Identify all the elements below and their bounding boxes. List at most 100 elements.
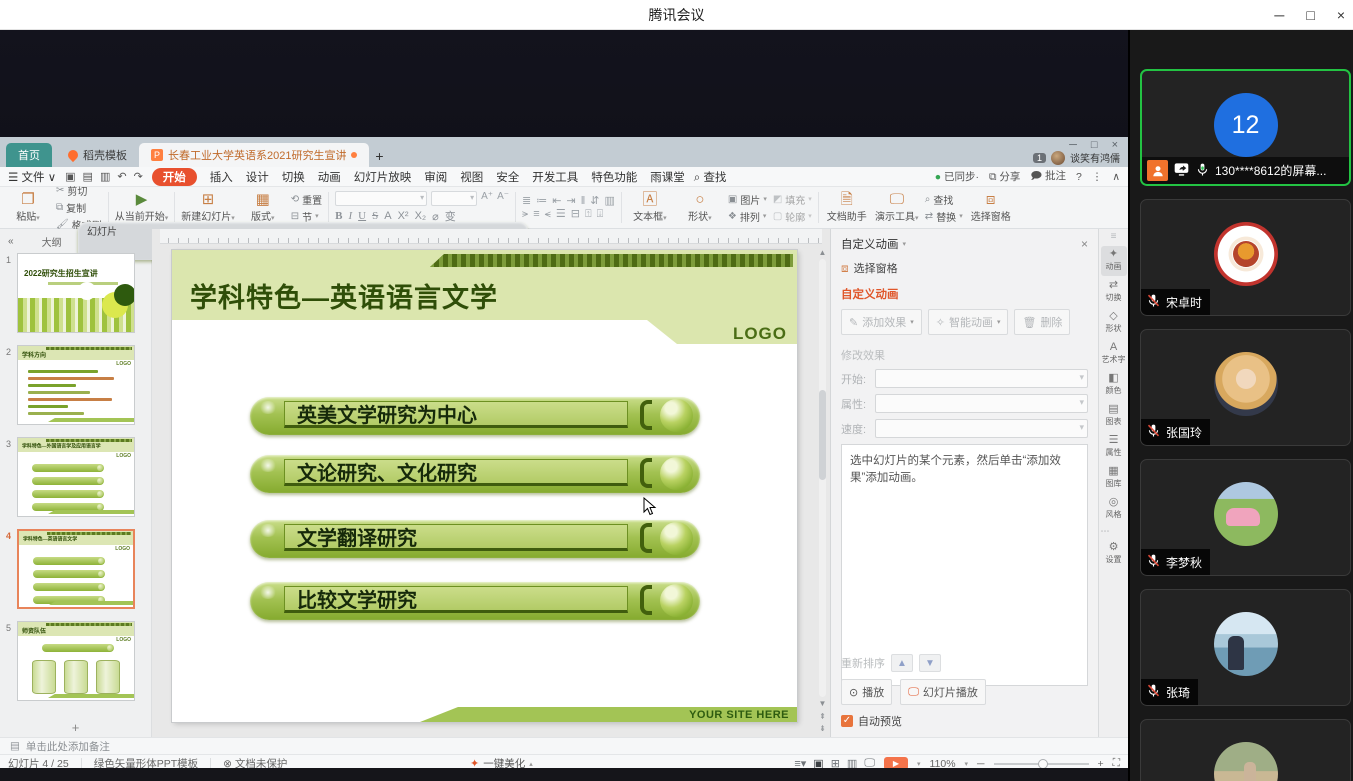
numbering-icon[interactable]: ≔ [536,196,547,207]
close-icon[interactable]: × [1337,8,1345,22]
font-control-0[interactable]: B [335,210,342,222]
add-slide-button[interactable]: + [0,720,151,735]
font-control-2[interactable]: U [358,210,366,222]
font-control-7[interactable]: ⌀ [432,210,439,223]
distribute-icon[interactable]: ⊟ [571,209,580,220]
font-control-5[interactable]: X² [398,210,409,222]
redo-icon[interactable]: ↷ [134,170,143,183]
collapse-panel-icon[interactable]: « [8,236,14,247]
menu-item-特色功能[interactable]: 特色功能 [591,169,637,185]
bullets-icon[interactable]: ≣ [522,196,531,207]
line-spacing-icon[interactable]: ‖ [581,196,586,207]
play-from-current-button[interactable]: ▶ 从当前开始▾ [115,192,169,223]
grow-font-icon[interactable]: A⁺ [481,191,493,206]
canvas-scrollbar[interactable]: ▲ ▼ ⇞ ⇟ [817,248,828,733]
strip-animation[interactable]: ✦动画 [1101,246,1127,276]
menu-file[interactable]: ☰ 文件 ∨ [8,169,56,185]
delete-effect-button[interactable]: 🗑删除 [1014,309,1070,335]
menu-item-插入[interactable]: 插入 [210,169,233,185]
thumbnail-slide-3[interactable]: 3学科特色—外国语言学及应用语言学LOGO [0,437,151,517]
menu-item-视图[interactable]: 视图 [460,169,483,185]
thumbnail-preview[interactable]: 师资队伍LOGO [17,621,135,701]
font-control-3[interactable]: S [372,210,378,222]
font-control-4[interactable]: A [384,210,391,222]
justify-icon[interactable]: ☰ [556,209,566,220]
participant-tile-4[interactable]: 张琦 [1140,589,1351,706]
notes-bar[interactable]: ▤ 单击此处添加备注 [0,737,1128,754]
notification-badge[interactable]: 1 [1033,153,1046,163]
thumbnail-slide-1[interactable]: 12022研究生招生宣讲 [0,253,151,333]
thumbnail-preview[interactable]: 学科方向LOGO [17,345,135,425]
play-button[interactable]: ⊙播放 [841,679,892,705]
thumbnail-preview[interactable]: 学科特色—英语语言文学LOGO [17,529,135,609]
shapes-button[interactable]: ○ 形状▾ [678,192,722,223]
new-slide-button[interactable]: ⊞ 新建幻灯片▾ [181,192,235,223]
menu-item-设计[interactable]: 设计 [246,169,269,185]
selection-pane-button[interactable]: ⧈ 选择窗格 [969,192,1013,223]
text-direction-icon[interactable]: ⇵ [590,196,599,207]
strip-style[interactable]: ◎风格 [1101,494,1127,524]
add-effect-button[interactable]: ✎添加效果▾ [841,309,922,335]
layout-button[interactable]: ▦ 版式▾ [241,192,285,223]
slide-pill-2[interactable]: 文学翻译研究 [250,520,700,558]
paste-button[interactable]: ❐ 粘贴▾ [6,192,50,223]
columns-icon[interactable]: ▥ [604,196,614,207]
prev-slide-icon[interactable]: ⇞ [819,712,826,721]
strip-properties[interactable]: ☰属性 [1101,432,1127,462]
align-right-icon[interactable]: ⪪ [545,209,551,220]
slide-canvas[interactable]: 学科特色—英语语言文学 LOGO 英美文学研究为中心文论研究、文化研究文学翻译研… [152,244,830,737]
menu-item-安全[interactable]: 安全 [496,169,519,185]
slideshow-play-button[interactable]: 🖵幻灯片播放 [900,679,986,705]
move-down-button[interactable]: ▼ [919,654,941,672]
thumbnail-preview[interactable]: 学科特色—外国语言学及应用语言学LOGO [17,437,135,517]
tab-home[interactable]: 首页 [6,143,52,167]
picture-button[interactable]: ▣图片▾ [728,192,767,207]
next-slide-icon[interactable]: ⇟ [819,724,826,733]
comment-button[interactable]: 🗩 批注 [1030,168,1066,186]
align-bottom-icon[interactable]: ⍗ [597,209,604,220]
tab-outline[interactable]: 大纲 [42,234,62,249]
account-name[interactable]: 谈笑有鸿儒 [1070,150,1120,165]
scroll-up-icon[interactable]: ▲ [819,248,827,257]
slide-editor[interactable]: 学科特色—英语语言文学 LOGO 英美文学研究为中心文论研究、文化研究文学翻译研… [172,250,797,722]
align-center-icon[interactable]: ≡ [533,209,539,220]
auto-preview-toggle[interactable]: ✓ 自动预览 [841,713,1088,729]
menu-item-动画[interactable]: 动画 [318,169,341,185]
font-family-combo[interactable] [335,191,427,206]
more-dots-icon[interactable]: ⋯ [1101,526,1127,537]
scroll-down-icon[interactable]: ▼ [819,699,827,708]
participant-tile-2[interactable]: 张国玲 [1140,329,1351,446]
share-button[interactable]: ⧉ 分享 [989,169,1020,184]
slide-pill-1[interactable]: 文论研究、文化研究 [250,455,700,493]
strip-transition[interactable]: ⇄切换 [1101,277,1127,307]
notes-placeholder[interactable]: 单击此处添加备注 [26,739,110,754]
undo-icon[interactable]: ↶ [117,170,126,183]
zoom-slider[interactable] [994,763,1089,765]
menu-item-雨课堂[interactable]: 雨课堂 [650,169,685,185]
copy-button[interactable]: ⧉复制 [56,200,102,215]
cut-button[interactable]: ✂剪切 [56,183,102,198]
thumbnail-slide-4[interactable]: 4学科特色—英语语言文学LOGO [0,529,151,609]
strip-grip-icon[interactable]: ≡ [1111,231,1117,242]
align-top-icon[interactable]: ⍐ [585,209,592,220]
print-icon[interactable]: ▤ [83,170,93,183]
minimize-icon[interactable]: ─ [1274,8,1284,22]
strip-charts[interactable]: ▤图表 [1101,401,1127,431]
present-tools-button[interactable]: 🖵 演示工具▾ [875,192,919,223]
more-menu-icon[interactable]: ⋮ [1092,171,1103,183]
indent-decrease-icon[interactable]: ⇤ [552,196,561,207]
tab-docer[interactable]: 稻壳模板 [56,143,139,167]
replace-button[interactable]: ⇄替换▾ [925,209,963,224]
font-control-6[interactable]: X₂ [415,210,427,222]
menu-item-切换[interactable]: 切换 [282,169,305,185]
participant-tile-0[interactable]: 12 130****8612的屏幕... [1140,69,1351,186]
align-left-icon[interactable]: ⪫ [522,209,528,220]
thumbnail-slide-5[interactable]: 5师资队伍LOGO [0,621,151,701]
slide-pill-0[interactable]: 英美文学研究为中心 [250,397,700,435]
strip-shapes[interactable]: ◇形状 [1101,308,1127,338]
menu-find[interactable]: ⌕ 查找 [694,169,727,185]
font-control-1[interactable]: I [348,210,352,222]
menu-item-审阅[interactable]: 审阅 [424,169,447,185]
anim-field-select-2[interactable] [875,419,1088,438]
strip-wordart[interactable]: A艺术字 [1101,339,1127,369]
